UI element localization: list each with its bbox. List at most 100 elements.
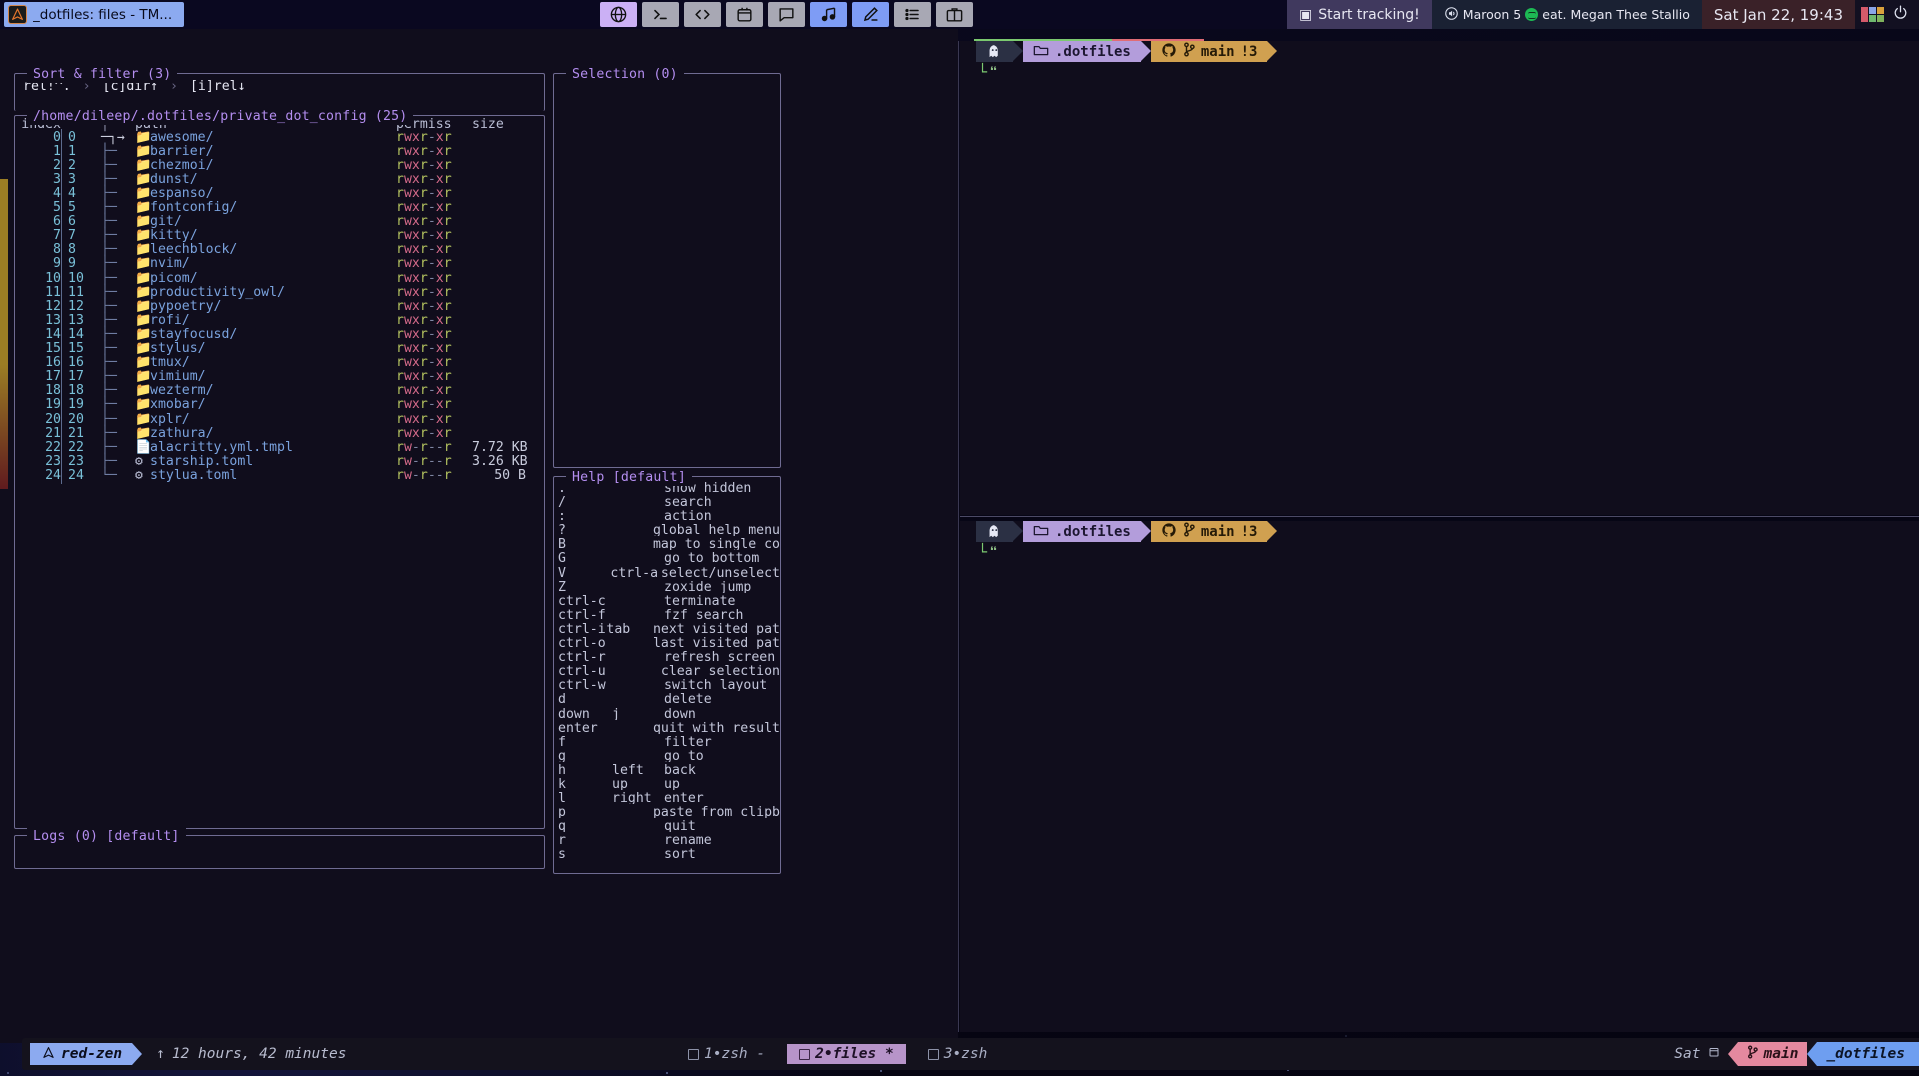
- folder-icon: [1033, 43, 1049, 61]
- tmux-git-branch[interactable]: main: [1737, 1042, 1808, 1066]
- tmux-uptime-label: 12 hours, 42 minutes: [171, 1046, 347, 1062]
- power-icon[interactable]: [1892, 4, 1909, 25]
- calendar-small-icon: [1708, 1046, 1720, 1062]
- terminal-icon[interactable]: [642, 2, 679, 27]
- help-description: sort: [664, 847, 696, 861]
- help-row: ctrl-w switch layout: [554, 677, 780, 691]
- ghost-icon: [976, 41, 1013, 62]
- now-playing-widget[interactable]: Maroon 5 eat. Megan Thee Stallio: [1431, 0, 1702, 29]
- github-icon: [1161, 42, 1177, 62]
- window-title-button[interactable]: _dotfiles: files - TM...: [4, 2, 185, 27]
- workspace-color-indicator[interactable]: [1861, 7, 1884, 22]
- branch-arrow-icon: [1727, 1042, 1738, 1066]
- tmux-window-tab[interactable]: 3•zsh: [924, 1044, 992, 1064]
- file-row-name[interactable]: ⚙ stylua.toml: [135, 467, 396, 484]
- help-description: last visited pat: [652, 636, 780, 650]
- help-description: paste from clipb: [652, 805, 780, 819]
- start-tracking-button[interactable]: ▣ Start tracking!: [1287, 0, 1432, 29]
- help-key-primary: Z: [558, 579, 566, 593]
- code-icon[interactable]: [684, 2, 721, 27]
- prompt-dirty-count: !3: [1240, 43, 1258, 60]
- help-row: ctrl-c terminate: [554, 593, 780, 607]
- help-key-secondary: [612, 818, 664, 832]
- help-key-list: . show hidden / search: action? global help m…: [554, 477, 780, 861]
- help-key-primary: ctrl-r: [558, 650, 606, 664]
- briefcase-icon[interactable]: [936, 2, 973, 27]
- tmux-session[interactable]: _dotfiles: [1817, 1042, 1919, 1066]
- system-tray: [1855, 0, 1919, 29]
- window-square-icon: [927, 1048, 939, 1060]
- help-key-secondary: [612, 649, 664, 663]
- tmux-window-tab[interactable]: 2•files *: [787, 1044, 906, 1064]
- help-key-primary: d: [558, 692, 566, 706]
- help-key-primary: ctrl-i: [558, 621, 606, 636]
- help-row: enter quit with result: [554, 720, 780, 734]
- tmux-right-status: Sat main _dotfiles: [1674, 1038, 1919, 1070]
- tmux-window-tab[interactable]: 1•zsh -: [684, 1044, 769, 1064]
- help-key-primary: /: [558, 495, 566, 509]
- xplr-terminal[interactable]: Sort & filter (3) rel!^. › [c]dir↑ › [i]…: [0, 29, 958, 1043]
- prompt-directory-label: .dotfiles: [1055, 523, 1131, 540]
- clock-label: Sat Jan 22, 19:43: [1713, 5, 1843, 24]
- help-row: : action: [554, 508, 780, 522]
- file-row-permissions: rw-r--r: [396, 467, 452, 483]
- github-icon: [1161, 522, 1177, 542]
- help-key-primary: ctrl-u: [558, 664, 606, 678]
- sort-chip-rel[interactable]: [i]rel↓: [190, 79, 246, 94]
- help-row: g go to: [554, 748, 780, 762]
- tmux-window-label: 2•files *: [815, 1046, 894, 1062]
- help-key-secondary: [612, 677, 664, 691]
- calendar-icon[interactable]: [726, 2, 763, 27]
- tmux-hostname[interactable]: red-zen: [30, 1043, 133, 1065]
- arch-logo-icon: [8, 5, 27, 24]
- help-row: ctrl-f fzf search: [554, 607, 780, 621]
- prompt-git-status: main !3: [1150, 521, 1268, 542]
- tray-right-group: ▣ Start tracking! Maroon 5 eat. Megan Th…: [1287, 0, 1919, 29]
- git-branch-icon: [1183, 522, 1195, 541]
- list-icon[interactable]: [894, 2, 931, 27]
- help-row: / search: [554, 494, 780, 508]
- tmux-pane-top[interactable]: .dotfiles main !3 └ ❝: [960, 39, 1919, 515]
- help-description: select/unselect: [660, 565, 780, 579]
- help-row: l right enter: [554, 790, 780, 804]
- tmux-window-list[interactable]: 1•zsh - 2•files * 3•zsh: [684, 1044, 991, 1064]
- help-description: switch layout: [664, 678, 768, 692]
- help-key-primary: ctrl-f: [558, 607, 606, 621]
- selection-title: Selection (0): [566, 66, 684, 83]
- help-key-secondary: tab: [606, 621, 631, 636]
- prompt-corner-icon: └: [978, 63, 988, 81]
- help-key-primary: h: [558, 762, 566, 776]
- help-panel[interactable]: Help [default] . show hidden / search: actio…: [553, 469, 781, 874]
- help-row: Zzoxide jump: [554, 579, 780, 593]
- prompt-git-status: main !3: [1150, 41, 1268, 62]
- pencil-icon[interactable]: [852, 2, 889, 27]
- chat-icon[interactable]: [768, 2, 805, 27]
- help-key-secondary: [612, 748, 664, 762]
- music-icon[interactable]: [810, 2, 847, 27]
- shell-prompt-bottom: .dotfiles main !3 └ ❝: [976, 521, 1278, 562]
- help-row: Bmap to single co: [554, 536, 780, 550]
- help-key-primary: k: [558, 776, 566, 791]
- tmux-pane-bottom[interactable]: .dotfiles main !3 └ ❝: [960, 521, 1919, 1032]
- help-key-secondary: [606, 720, 653, 734]
- clock-widget[interactable]: Sat Jan 22, 19:43: [1701, 0, 1855, 29]
- folder-icon: [1033, 523, 1049, 541]
- help-description: global help menu: [652, 523, 780, 537]
- file-row[interactable]: 24 24 └─ ⚙ stylua.toml rw-r--r 50 B: [15, 466, 544, 484]
- help-title: Help [default]: [566, 469, 692, 486]
- help-key-primary: ?: [558, 523, 566, 537]
- globe-icon[interactable]: [600, 2, 637, 27]
- tmux-date-label: Sat: [1674, 1046, 1701, 1062]
- window-title-label: _dotfiles: files - TM...: [33, 6, 173, 23]
- help-description: zoxide jump: [664, 579, 752, 593]
- prompt-cursor-icon: ❝: [989, 63, 999, 81]
- file-explorer-panel[interactable]: /home/dileep/.dotfiles/private_dot_confi…: [14, 108, 545, 829]
- file-list[interactable]: 0 0 ─┐→ 📁awesome/rwxr-xr 1 1 ├─ 📁barrier/rwxr-x…: [15, 128, 544, 484]
- help-key-primary: r: [558, 833, 566, 847]
- help-key-secondary: j: [612, 706, 620, 720]
- help-key-primary: q: [558, 819, 566, 833]
- prompt-directory: .dotfiles: [1023, 41, 1141, 62]
- gear-icon: ⚙: [135, 467, 143, 483]
- help-description: back: [664, 762, 696, 776]
- help-key-primary: G: [558, 551, 566, 565]
